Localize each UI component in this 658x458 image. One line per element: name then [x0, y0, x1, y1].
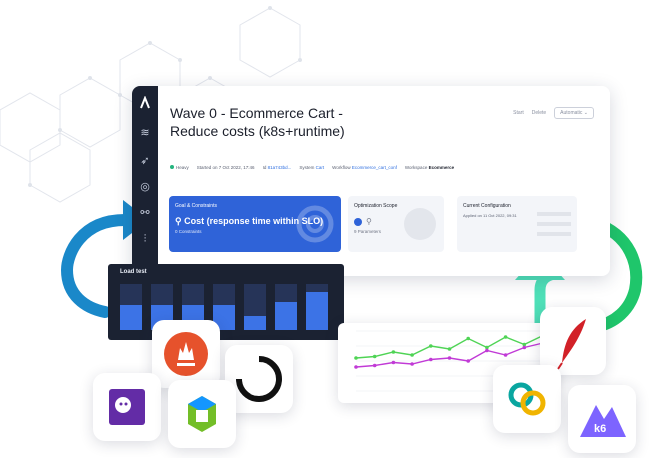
chart-point	[391, 360, 396, 365]
study-meta-bar: Heavy Started on 7 Oct 2022, 17:46 Id 81…	[170, 165, 454, 170]
chart-point	[429, 357, 433, 362]
config-placeholder-line	[537, 222, 571, 226]
chain-link-icon	[508, 382, 546, 416]
workflow-field: Workflow Ecommerce_cart_conf	[332, 165, 397, 170]
start-button[interactable]: Start	[513, 110, 524, 116]
phone-watermark-icon	[404, 208, 436, 240]
chart-point	[503, 335, 508, 339]
load-test-bar	[306, 284, 328, 330]
funnel-icon: ⚲	[175, 216, 185, 226]
chart-point	[429, 344, 433, 348]
config-card-sub: Applied on 11 Oct 2022, 09:31	[463, 213, 517, 218]
config-card-label: Current Configuration	[463, 203, 511, 209]
started-on-text: Started on 7 Oct 2022, 17:46	[196, 165, 255, 170]
k6-tile: k6	[568, 385, 636, 453]
chart-point	[354, 356, 358, 360]
chart-point	[466, 359, 470, 363]
k6-logo-icon	[580, 405, 626, 437]
delete-button[interactable]: Delete	[532, 110, 546, 116]
current-configuration-card[interactable]: Current Configuration Applied on 11 Oct …	[457, 196, 577, 252]
load-test-bar-fill	[275, 302, 297, 330]
prometheus-icon	[164, 332, 208, 376]
chart-point	[372, 363, 377, 368]
status-badge: Heavy	[170, 165, 189, 170]
load-test-title: Load test	[120, 269, 147, 275]
person-icon: ⚲	[366, 217, 372, 226]
automatic-dropdown[interactable]: Automatic ⌄	[554, 107, 594, 119]
scope-card-label: Optimization Scope	[354, 203, 398, 209]
config-placeholder-line	[537, 232, 571, 236]
akamas-logo-icon[interactable]	[138, 96, 152, 110]
prometheus-tile	[152, 320, 220, 388]
wifi-icon[interactable]: ≋	[138, 126, 152, 140]
chart-point	[447, 356, 452, 360]
sliders-icon[interactable]: ⫶	[138, 232, 152, 246]
load-test-bar	[275, 284, 297, 330]
optimization-study-window: ≋ ➶ ◎ ⚯ ⫶ Wave 0 - Ecommerce Cart - Redu…	[132, 86, 610, 276]
chart-point	[391, 350, 396, 354]
load-test-bar	[120, 284, 142, 330]
datadog-icon	[109, 389, 145, 425]
config-placeholder-line	[537, 212, 571, 216]
dynatrace-icon	[188, 396, 216, 432]
scope-badge-icon	[354, 218, 362, 226]
workflow-icon[interactable]: ⚯	[138, 206, 152, 220]
load-test-bar-fill	[306, 292, 328, 330]
target-icon[interactable]: ◎	[138, 180, 152, 194]
chart-series-line-2	[355, 342, 544, 368]
system-field: System Cart	[299, 165, 325, 170]
app-sidebar: ≋ ➶ ◎ ⚯ ⫶	[132, 86, 158, 276]
chart-point	[485, 348, 489, 353]
chain-link-tile	[493, 365, 561, 433]
k6-label: k6	[594, 423, 607, 435]
load-test-bar-fill	[244, 316, 266, 330]
dynatrace-tile	[168, 380, 236, 448]
workspace-field: Workspace Ecommerce	[404, 165, 455, 170]
automatic-dropdown-label: Automatic	[560, 110, 583, 116]
goal-constraints-card[interactable]: Goal & Constraints ⚲ Cost (response time…	[169, 196, 341, 252]
chart-point	[447, 347, 452, 351]
load-test-bar-fill	[120, 305, 142, 330]
datadog-tile	[93, 373, 161, 441]
chart-point	[354, 365, 358, 369]
chart-series-line-1	[355, 334, 544, 359]
chart-point	[503, 353, 508, 357]
goal-card-label: Goal & Constraints	[175, 203, 217, 209]
load-test-panel: Load test	[108, 264, 344, 340]
load-test-bar	[244, 284, 266, 330]
rocket-icon[interactable]: ➶	[138, 154, 152, 168]
chart-point	[372, 354, 377, 359]
chart-point	[410, 353, 414, 357]
study-title: Wave 0 - Ecommerce Cart - Reduce costs (…	[170, 105, 345, 139]
optimization-scope-card[interactable]: Optimization Scope ⚲ 9 Parameters	[348, 196, 444, 252]
chart-point	[466, 336, 470, 341]
window-actions: Start Delete Automatic ⌄	[513, 107, 594, 119]
scope-card-sub: 9 Parameters	[354, 229, 382, 234]
chart-point	[410, 362, 414, 366]
goal-watermark-icon	[296, 205, 334, 243]
goal-card-sub: 0 Constraints	[175, 229, 202, 234]
chart-point	[522, 345, 527, 350]
study-id: Id 81a743bd...	[262, 165, 292, 170]
